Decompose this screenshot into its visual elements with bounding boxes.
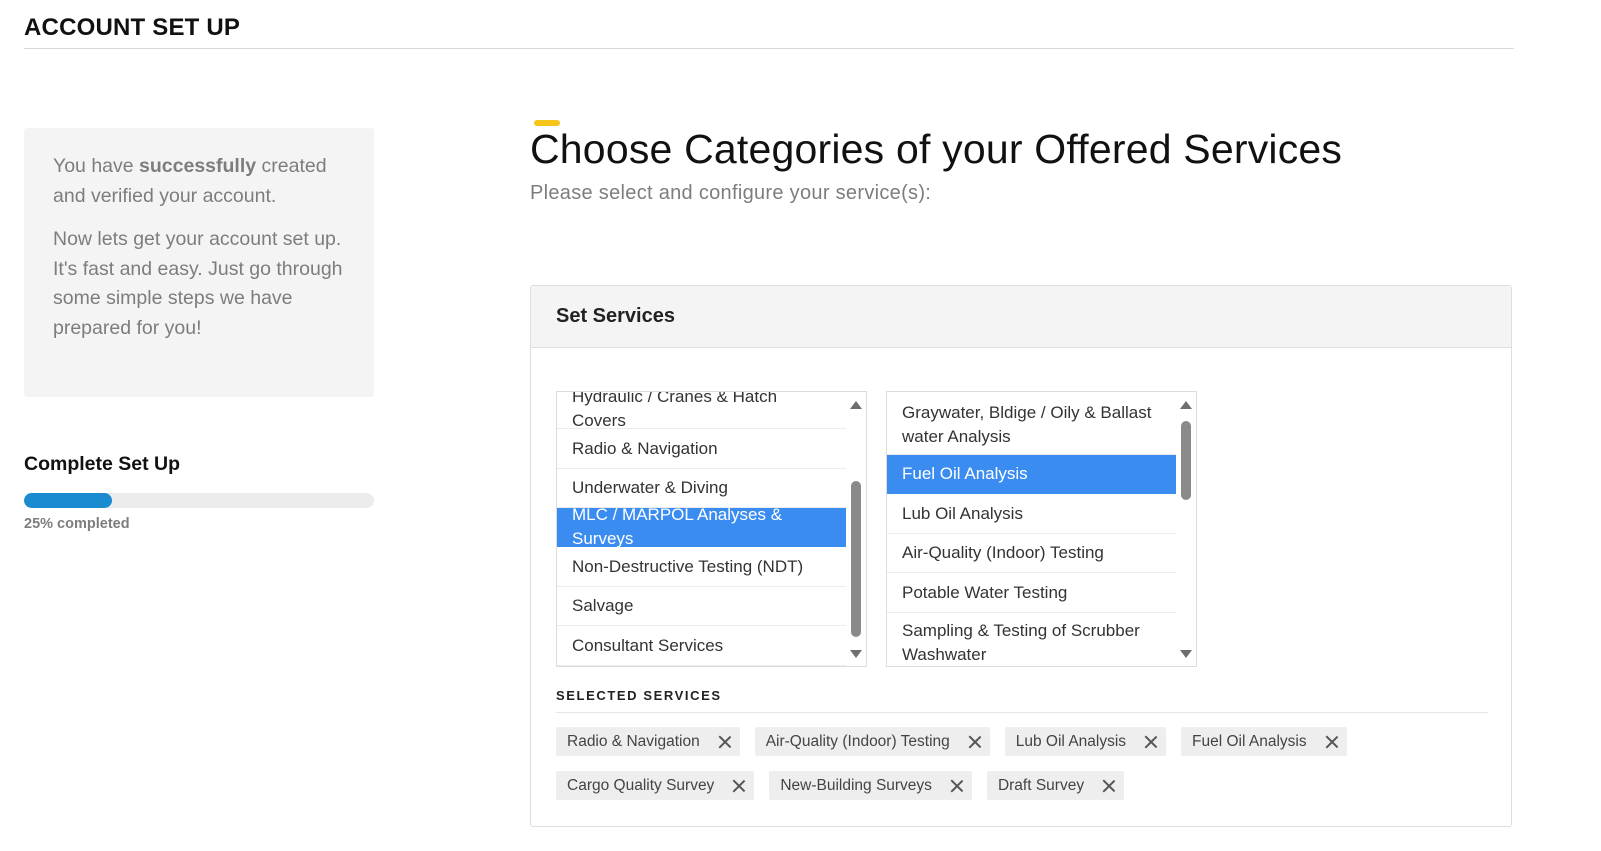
subservice-item-label: Sampling & Testing of Scrubber Washwater <box>902 620 1140 664</box>
category-scrollbar[interactable] <box>846 392 866 666</box>
chip-label: Draft Survey <box>997 776 1085 794</box>
main-subheading: Please select and configure your service… <box>530 182 932 204</box>
progress-bar <box>24 493 374 508</box>
category-item-salvage[interactable]: Salvage <box>557 587 848 626</box>
chip-row: Cargo Quality Survey New-Building Survey… <box>556 771 1496 800</box>
remove-close-icon[interactable] <box>718 735 731 748</box>
category-listbox[interactable]: Hydraulic / Cranes & Hatch Covers Radio … <box>556 391 867 667</box>
intro-line-1-prefix: You have <box>53 155 140 177</box>
chip-row: Radio & Navigation Air-Quality (Indoor) … <box>556 727 1496 756</box>
subservice-item-label: Graywater, Bldige / Oily & Ballast water… <box>902 402 1152 446</box>
selected-chip: Air-Quality (Indoor) Testing <box>754 727 990 756</box>
category-item-mlc-marpol[interactable]: MLC / MARPOL Analyses & Surveys <box>557 505 848 548</box>
selected-chip: Lub Oil Analysis <box>1004 727 1167 756</box>
subservice-scrollbar[interactable] <box>1176 392 1196 666</box>
subservice-listbox[interactable]: Graywater, Bldige / Oily & Ballast water… <box>886 391 1197 667</box>
chip-label: Radio & Navigation <box>567 732 700 750</box>
remove-close-icon[interactable] <box>1325 735 1338 748</box>
progress-title: Complete Set Up <box>24 453 181 475</box>
progress-label: 25% completed <box>24 516 130 532</box>
intro-line-1: You have successfully created and verifi… <box>53 152 345 211</box>
subservice-item-label: Air-Quality (Indoor) Testing <box>902 543 1104 562</box>
scroll-up-arrow-icon[interactable] <box>850 401 862 409</box>
selected-chip: Radio & Navigation <box>556 727 740 756</box>
subservice-item-label: Potable Water Testing <box>902 582 1068 602</box>
category-item-label: Salvage <box>572 596 634 615</box>
subservice-item-scrubber[interactable]: Sampling & Testing of Scrubber Washwater <box>887 613 1178 666</box>
category-item-label: Underwater & Diving <box>572 478 728 497</box>
selected-chip: New-Building Surveys <box>769 771 972 800</box>
category-item-label: MLC / MARPOL Analyses & Surveys <box>572 505 783 548</box>
subservice-item-lub-oil[interactable]: Lub Oil Analysis <box>887 494 1178 534</box>
remove-close-icon[interactable] <box>1144 735 1157 748</box>
intro-line-2: Now lets get your account set up. It's f… <box>53 228 343 339</box>
subservice-item-label: Lub Oil Analysis <box>902 503 1023 523</box>
chip-label: Lub Oil Analysis <box>1015 732 1127 750</box>
intro-line-1-bold: successfully <box>139 155 257 177</box>
set-services-panel: Set Services Hydraulic / Cranes & Hatch … <box>530 285 1512 827</box>
panel-title: Set Services <box>531 286 1511 348</box>
subservice-item-fuel-oil[interactable]: Fuel Oil Analysis <box>887 455 1178 494</box>
selected-chip: Draft Survey <box>986 771 1125 800</box>
category-item-ndt[interactable]: Non-Destructive Testing (NDT) <box>557 547 848 587</box>
remove-close-icon[interactable] <box>732 779 745 792</box>
subservice-item-air-quality[interactable]: Air-Quality (Indoor) Testing <box>887 534 1178 573</box>
category-item-label: Radio & Navigation <box>572 438 718 458</box>
selected-services-chips: Radio & Navigation Air-Quality (Indoor) … <box>556 727 1496 815</box>
chip-label: Air-Quality (Indoor) Testing <box>765 732 950 750</box>
scroll-down-arrow-icon[interactable] <box>850 650 862 658</box>
chip-label: Cargo Quality Survey <box>567 776 715 794</box>
title-divider <box>24 48 1514 49</box>
chip-label: New-Building Surveys <box>780 776 932 794</box>
subservice-item-graywater[interactable]: Graywater, Bldige / Oily & Ballast water… <box>887 392 1178 455</box>
remove-close-icon[interactable] <box>1102 779 1115 792</box>
page-title: ACCOUNT SET UP <box>24 14 241 41</box>
main-heading: Choose Categories of your Offered Servic… <box>530 126 1343 172</box>
category-item-hydraulic[interactable]: Hydraulic / Cranes & Hatch Covers <box>557 392 848 430</box>
scroll-up-arrow-icon[interactable] <box>1180 401 1192 409</box>
remove-close-icon[interactable] <box>968 735 981 748</box>
category-scroll-thumb[interactable] <box>851 481 861 637</box>
remove-close-icon[interactable] <box>950 779 963 792</box>
selected-chip: Fuel Oil Analysis <box>1181 727 1347 756</box>
chip-label: Fuel Oil Analysis <box>1192 732 1307 750</box>
intro-message-box: You have successfully created and verifi… <box>24 128 374 397</box>
subservice-item-potable-water[interactable]: Potable Water Testing <box>887 573 1178 613</box>
selected-chip: Cargo Quality Survey <box>556 771 755 800</box>
category-item-label: Non-Destructive Testing (NDT) <box>572 556 804 576</box>
category-item-label: Hydraulic / Cranes & Hatch Covers <box>572 391 778 430</box>
scroll-down-arrow-icon[interactable] <box>1180 650 1192 658</box>
category-item-consultant[interactable]: Consultant Services <box>557 626 848 666</box>
progress-bar-fill <box>24 493 112 508</box>
category-item-label: Consultant Services <box>572 635 724 655</box>
selected-services-divider <box>556 712 1488 713</box>
category-item-radio-navigation[interactable]: Radio & Navigation <box>557 429 848 469</box>
subservice-item-label: Fuel Oil Analysis <box>902 464 1028 483</box>
subservice-scroll-thumb[interactable] <box>1181 421 1191 500</box>
selected-services-label: SELECTED SERVICES <box>556 688 722 703</box>
